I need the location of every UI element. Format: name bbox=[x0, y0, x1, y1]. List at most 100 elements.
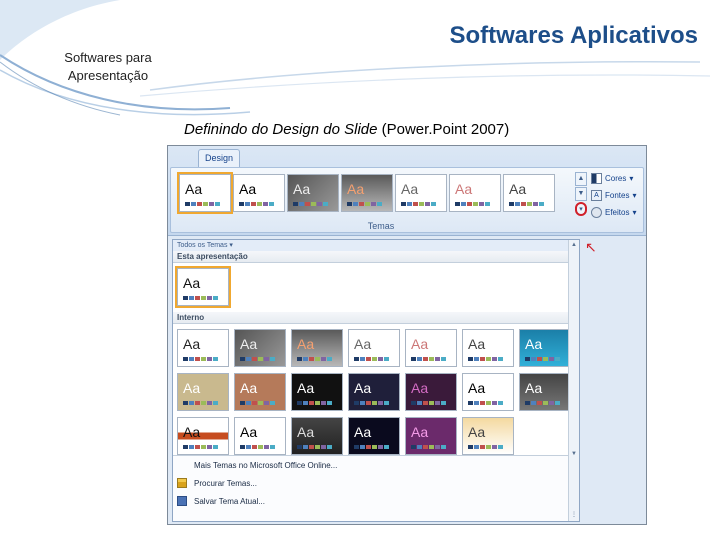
gallery-filter-label: Todos os Temas bbox=[177, 242, 228, 249]
color-swatches bbox=[509, 202, 544, 206]
theme-sample-text: Aa bbox=[411, 380, 429, 396]
gallery-filter-dropdown[interactable]: Todos os Temas ▾ bbox=[173, 240, 579, 251]
save-icon bbox=[177, 496, 187, 506]
theme-sample-text: Aa bbox=[468, 424, 486, 440]
gallery-more-button[interactable]: ▾ bbox=[575, 202, 587, 216]
scroll-down-arrow-icon[interactable]: ▼ bbox=[569, 449, 579, 459]
menu-browse-themes[interactable]: Procurar Temas... bbox=[173, 474, 568, 492]
theme-sample-text: Aa bbox=[293, 181, 311, 197]
theme-thumbnail[interactable]: Aa bbox=[234, 417, 286, 455]
colors-button[interactable]: Cores ▾ bbox=[591, 170, 646, 187]
theme-sample-text: Aa bbox=[468, 336, 486, 352]
annotation-arrow-icon: ↖ bbox=[585, 239, 597, 255]
theme-thumbnail[interactable]: Aa bbox=[462, 373, 514, 411]
tab-design[interactable]: Design bbox=[198, 149, 240, 167]
color-swatches bbox=[354, 445, 389, 449]
scroll-up-arrow-icon[interactable]: ▲ bbox=[569, 240, 579, 250]
color-swatches bbox=[354, 401, 389, 405]
theme-thumbnail[interactable]: Aa bbox=[449, 174, 501, 212]
theme-thumbnail[interactable]: Aa bbox=[234, 373, 286, 411]
gallery-down-button[interactable]: ▼ bbox=[575, 187, 587, 201]
menu-more-themes-online[interactable]: Mais Temas no Microsoft Office Online... bbox=[173, 456, 568, 474]
themes-gallery-dropdown: Todos os Temas ▾ Esta apresentação Aa In… bbox=[172, 239, 580, 522]
slide-caption: Definindo do Design do Slide (Power.Poin… bbox=[184, 121, 509, 138]
effects-button[interactable]: Efeitos ▾ bbox=[591, 204, 646, 221]
color-swatches bbox=[468, 357, 503, 361]
theme-sample-text: Aa bbox=[240, 336, 258, 352]
powerpoint-screenshot: Design Aa Aa Aa Aa Aa Aa Aa ▲ ▼ ▾ Cores ▾ A Fon… bbox=[167, 145, 647, 525]
theme-sample-text: Aa bbox=[240, 424, 258, 440]
theme-thumbnail[interactable]: Aa bbox=[519, 373, 571, 411]
theme-thumbnail[interactable]: Aa bbox=[177, 373, 229, 411]
theme-thumbnail[interactable]: Aa bbox=[175, 266, 231, 308]
resize-grip-icon[interactable]: ⋮ bbox=[569, 511, 579, 521]
theme-sample-text: Aa bbox=[509, 181, 527, 197]
menu-label: Procurar Temas... bbox=[194, 478, 257, 488]
menu-save-current-theme[interactable]: Salvar Tema Atual... bbox=[173, 492, 568, 510]
theme-sample-text: Aa bbox=[297, 336, 315, 352]
theme-sample-text: Aa bbox=[183, 275, 201, 291]
color-swatches bbox=[297, 401, 332, 405]
theme-thumbnail[interactable]: Aa bbox=[348, 373, 400, 411]
color-swatches bbox=[411, 445, 446, 449]
theme-thumbnail[interactable]: Aa bbox=[405, 417, 457, 455]
color-swatches bbox=[354, 357, 389, 361]
theme-sample-text: Aa bbox=[354, 336, 372, 352]
theme-sample-text: Aa bbox=[239, 181, 257, 197]
theme-options: Cores ▾ A Fontes ▾ Efeitos ▾ bbox=[591, 170, 646, 221]
theme-thumbnail[interactable]: Aa bbox=[234, 329, 286, 367]
color-swatches bbox=[525, 401, 560, 405]
slide-subtitle: Softwares para Apresentação bbox=[64, 50, 152, 83]
color-swatches bbox=[468, 445, 503, 449]
theme-thumbnail[interactable]: Aa bbox=[177, 172, 233, 214]
theme-thumbnail[interactable]: Aa bbox=[287, 174, 339, 212]
gallery-scrollbar[interactable]: ▲ ▼ ⋮ bbox=[568, 240, 579, 521]
theme-thumbnail[interactable]: Aa bbox=[177, 329, 229, 367]
theme-thumbnail[interactable]: Aa bbox=[503, 174, 555, 212]
ribbon-theme-strip: Aa Aa Aa Aa Aa Aa Aa bbox=[177, 172, 555, 214]
theme-sample-text: Aa bbox=[411, 424, 429, 440]
caption-rest: (Power.Point 2007) bbox=[377, 121, 510, 138]
ribbon: Design Aa Aa Aa Aa Aa Aa Aa ▲ ▼ ▾ Cores ▾ A Fon… bbox=[168, 146, 646, 254]
group-label-temas: Temas bbox=[367, 221, 395, 231]
color-swatches bbox=[293, 202, 328, 206]
color-swatches bbox=[239, 202, 274, 206]
color-swatches bbox=[240, 445, 275, 449]
theme-thumbnail[interactable]: Aa bbox=[177, 417, 229, 455]
theme-thumbnail[interactable]: Aa bbox=[348, 417, 400, 455]
blank-icon bbox=[177, 460, 187, 470]
theme-thumbnail[interactable]: Aa bbox=[405, 373, 457, 411]
gallery-menu: Mais Temas no Microsoft Office Online...… bbox=[173, 455, 568, 521]
theme-thumbnail[interactable]: Aa bbox=[341, 174, 393, 212]
color-swatches bbox=[240, 357, 275, 361]
slide-title: Softwares Aplicativos bbox=[449, 22, 698, 49]
color-swatches bbox=[183, 445, 218, 449]
theme-sample-text: Aa bbox=[411, 336, 429, 352]
ribbon-themes-group: Aa Aa Aa Aa Aa Aa Aa ▲ ▼ ▾ Cores ▾ A Fontes ▾ Ef… bbox=[170, 167, 646, 254]
theme-sample-text: Aa bbox=[297, 424, 315, 440]
colors-icon bbox=[591, 173, 602, 184]
theme-thumbnail[interactable]: Aa bbox=[405, 329, 457, 367]
theme-thumbnail[interactable]: Aa bbox=[291, 373, 343, 411]
theme-thumbnail[interactable]: Aa bbox=[462, 417, 514, 455]
fonts-button[interactable]: A Fontes ▾ bbox=[591, 187, 646, 204]
theme-thumbnail[interactable]: Aa bbox=[348, 329, 400, 367]
theme-sample-text: Aa bbox=[240, 380, 258, 396]
menu-label: Mais Temas no Microsoft Office Online... bbox=[194, 460, 338, 470]
theme-sample-text: Aa bbox=[354, 424, 372, 440]
color-swatches bbox=[183, 357, 218, 361]
color-swatches bbox=[411, 357, 446, 361]
theme-thumbnail[interactable]: Aa bbox=[291, 417, 343, 455]
theme-sample-text: Aa bbox=[183, 336, 201, 352]
theme-thumbnail[interactable]: Aa bbox=[233, 174, 285, 212]
color-swatches bbox=[240, 401, 275, 405]
theme-thumbnail[interactable]: Aa bbox=[395, 174, 447, 212]
theme-sample-text: Aa bbox=[347, 181, 365, 197]
theme-sample-text: Aa bbox=[183, 424, 201, 440]
theme-thumbnail[interactable]: Aa bbox=[519, 329, 571, 367]
theme-thumbnail[interactable]: Aa bbox=[462, 329, 514, 367]
theme-sample-text: Aa bbox=[525, 380, 543, 396]
section-this-presentation: Esta apresentação bbox=[173, 251, 579, 263]
theme-thumbnail[interactable]: Aa bbox=[291, 329, 343, 367]
gallery-up-button[interactable]: ▲ bbox=[575, 172, 587, 186]
